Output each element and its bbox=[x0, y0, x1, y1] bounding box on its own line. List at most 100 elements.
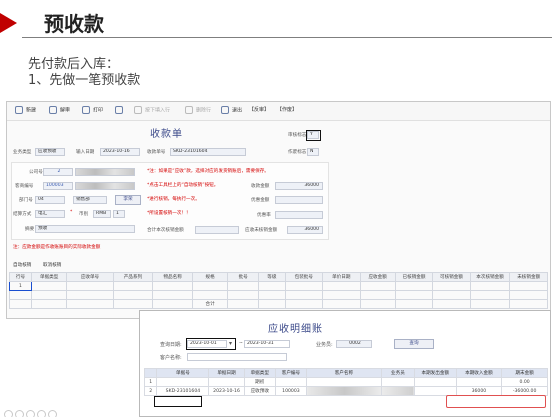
delete-row-button[interactable]: 删除行 bbox=[185, 106, 211, 114]
col-header: 规格 bbox=[191, 272, 229, 282]
pagedown-label: 按下填入行 bbox=[145, 107, 171, 114]
copy-icon bbox=[115, 106, 123, 114]
company-field[interactable]: 2 bbox=[43, 168, 73, 176]
delete-row-label: 删除行 bbox=[196, 107, 212, 114]
receipt-window: 新建 解审 打印 按下填入行 删除行 退出 【反审】 【作废】 收款单 审核标志… bbox=[6, 101, 551, 319]
cust-name bbox=[306, 377, 382, 387]
dept-name-field: 销售部 bbox=[73, 196, 107, 204]
amount-label: 收款金额 bbox=[251, 184, 270, 189]
bill-type-field[interactable]: 应收预收 bbox=[35, 148, 65, 156]
copy-button[interactable] bbox=[115, 106, 126, 114]
query-button[interactable]: 查询 bbox=[394, 339, 434, 349]
entry-date-label: 输入日期 bbox=[76, 150, 95, 155]
cust-name bbox=[306, 386, 382, 396]
settle-field[interactable]: 电汇 bbox=[35, 210, 65, 218]
prepay-label: 优惠率 bbox=[257, 213, 271, 218]
title-divider bbox=[22, 37, 552, 38]
customer-field[interactable]: 100003 bbox=[43, 182, 73, 190]
summary-field[interactable]: 预收 bbox=[35, 225, 135, 233]
col-header: 单据号 bbox=[156, 368, 210, 378]
cust-no: 100003 bbox=[274, 386, 308, 396]
toolbar: 新建 解审 打印 按下填入行 删除行 退出 【反审】 【作废】 bbox=[7, 102, 550, 121]
table-header-row: 行号 单据类型 应收单号 产品系列 物品名称 规格 批号 等级 包装批号 单价日… bbox=[8, 272, 548, 282]
date-to-field[interactable]: 2023-10-31 bbox=[244, 340, 290, 348]
zoom-icon[interactable] bbox=[26, 410, 35, 417]
col-header: 本次核销金额 bbox=[469, 272, 511, 282]
note-3: *进行核销，每执行一次。 bbox=[147, 197, 200, 202]
receipt-no-label: 收款单号 bbox=[147, 150, 166, 155]
exit-button[interactable]: 退出 bbox=[221, 106, 242, 114]
ledger-customer-field[interactable] bbox=[187, 353, 287, 361]
writeoff-table: 行号 单据类型 应收单号 产品系列 物品名称 规格 批号 等级 包装批号 单价日… bbox=[8, 272, 548, 309]
staff-button[interactable]: 李荣 bbox=[115, 195, 141, 205]
amount-field[interactable]: 36000 bbox=[275, 182, 323, 190]
arrow-down-icon bbox=[134, 106, 142, 114]
query-date-label: 查询日期: bbox=[160, 342, 182, 348]
chevron-down-icon[interactable]: ▾ bbox=[229, 340, 232, 347]
slide-line-2: 1、先做一笔预收款 bbox=[28, 73, 141, 88]
col-header: 单据类型 bbox=[243, 368, 276, 378]
unaudit-button[interactable]: 解审 bbox=[49, 106, 70, 114]
menu-icon[interactable] bbox=[37, 410, 46, 417]
void-button[interactable]: 【作废】 bbox=[277, 106, 297, 113]
audit-flag-label: 审核标志 bbox=[288, 133, 307, 138]
slide-nav-icons bbox=[4, 404, 59, 417]
void-flag-field[interactable]: N bbox=[307, 148, 319, 156]
doc-no-highlight bbox=[154, 396, 202, 407]
prev-icon[interactable] bbox=[4, 410, 13, 417]
discount-label: 优惠金额 bbox=[251, 198, 270, 203]
row-number-cell[interactable]: 1 bbox=[8, 281, 33, 291]
table-row[interactable]: 1 bbox=[8, 281, 548, 291]
salesman-label: 业务员: bbox=[316, 342, 333, 348]
settle-label: 结算方式 bbox=[13, 212, 32, 217]
unaudit-label: 解审 bbox=[60, 107, 71, 114]
note-2: *点击工具栏上的“自动核销”按钮。 bbox=[147, 183, 219, 188]
receipt-no-field[interactable]: SKD-23101604 bbox=[170, 148, 246, 156]
table-row[interactable]: 1 期初 0.00 bbox=[143, 377, 548, 387]
this-write-field bbox=[195, 226, 239, 234]
entry-date-field[interactable]: 2023-10-16 bbox=[100, 148, 140, 156]
col-header: 业务员 bbox=[380, 368, 416, 378]
currency-rate-field[interactable]: 1 bbox=[113, 210, 125, 218]
col-header: 应收单号 bbox=[66, 272, 114, 282]
currency-field[interactable]: RMB bbox=[93, 210, 111, 218]
col-header: 产品系列 bbox=[112, 272, 154, 282]
new-icon bbox=[15, 106, 23, 114]
col-header: 单价日期 bbox=[322, 272, 361, 282]
dept-field[interactable]: 04 bbox=[35, 196, 65, 204]
cust-no bbox=[274, 377, 308, 387]
in-amount bbox=[455, 377, 503, 387]
new-button[interactable]: 新建 bbox=[15, 106, 36, 114]
tab-auto-writeoff[interactable]: 自动核销 bbox=[13, 262, 31, 268]
fullscreen-icon[interactable] bbox=[48, 410, 57, 417]
col-header bbox=[143, 368, 158, 378]
col-header: 未核销金额 bbox=[509, 272, 548, 282]
company-label: 公司号 bbox=[29, 170, 43, 175]
salesman-field[interactable]: 0002 bbox=[336, 340, 372, 348]
currency-label: 币别 bbox=[79, 212, 89, 217]
col-header: 应收金额 bbox=[359, 272, 396, 282]
discount-field[interactable] bbox=[275, 196, 323, 204]
tab-cancel-writeoff[interactable]: 取消核销 bbox=[43, 262, 61, 268]
receivable-ledger-window: 应收明细账 查询日期: 2023-10-01 ▾ ~ 2023-10-31 业务… bbox=[139, 310, 551, 417]
out-amount bbox=[414, 377, 457, 387]
pagedown-fill-button[interactable]: 按下填入行 bbox=[134, 106, 170, 114]
dept-label: 部门号 bbox=[19, 198, 33, 203]
ledger-customer-label: 客户名称: bbox=[160, 355, 182, 361]
print-icon bbox=[82, 106, 90, 114]
table-row bbox=[8, 290, 548, 300]
print-button[interactable]: 打印 bbox=[82, 106, 103, 114]
form-title: 收款单 bbox=[150, 129, 183, 140]
new-label: 新建 bbox=[26, 107, 37, 114]
col-header: 本期收入金额 bbox=[455, 368, 503, 378]
col-header: 行号 bbox=[8, 272, 33, 282]
next-icon[interactable] bbox=[15, 410, 24, 417]
col-header: 等级 bbox=[258, 272, 286, 282]
ledger-title: 应收明细账 bbox=[268, 324, 323, 335]
audit-button[interactable]: 【反审】 bbox=[249, 106, 269, 113]
col-header: 客户名称 bbox=[306, 368, 382, 378]
doc-type: 应收预收 bbox=[243, 386, 276, 396]
prepay-field[interactable] bbox=[275, 211, 323, 219]
receivable-field: 36000 bbox=[287, 226, 323, 234]
col-header: 期末金额 bbox=[501, 368, 548, 378]
